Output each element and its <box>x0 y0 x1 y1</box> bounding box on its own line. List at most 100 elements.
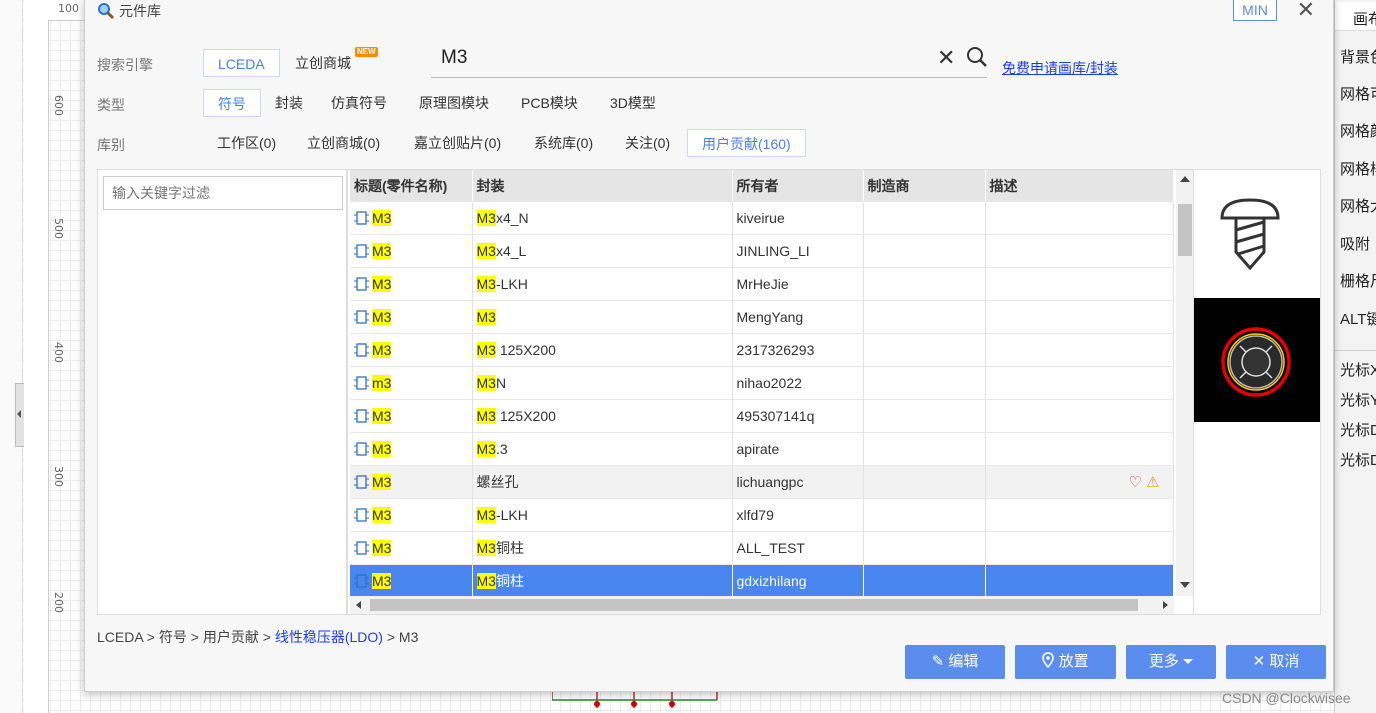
package-rest: .3 <box>495 441 508 457</box>
dialog-title: 元件库 <box>97 1 161 21</box>
table-row[interactable]: M3 螺丝孔 lichuangpc ♡ ⚠ <box>350 465 1174 499</box>
prop-grid-color: 网格颜 <box>1340 123 1376 140</box>
engine-lceda[interactable]: LCEDA <box>203 49 280 77</box>
search-icon[interactable] <box>965 45 989 69</box>
cell-manufacturer <box>863 202 986 235</box>
cell-manufacturer <box>863 465 986 499</box>
pencil-icon: ✎ <box>931 653 945 670</box>
table-row[interactable]: m3 M3N nihao2022 <box>350 366 1174 400</box>
title-match: M3 <box>372 342 392 358</box>
type-schematic-module[interactable]: 原理图模块 <box>405 89 503 117</box>
close-icon[interactable]: ✕ <box>1297 0 1315 23</box>
cell-package: M3N <box>472 366 733 400</box>
cell-package: M3 125X200 <box>472 399 733 433</box>
filter-input[interactable] <box>103 176 343 210</box>
col-description[interactable]: 描述 <box>985 170 1174 202</box>
row-actions[interactable]: ♡ ⚠ <box>1128 473 1159 491</box>
cell-title: M3 <box>350 202 473 235</box>
scroll-left-icon[interactable] <box>356 601 361 609</box>
breadcrumb-item[interactable]: 用户贡献 <box>203 629 259 645</box>
cell-title: M3 <box>350 267 473 301</box>
minimize-button[interactable]: MIN <box>1233 0 1277 21</box>
cell-package: M3铜柱 <box>472 531 733 565</box>
search-input[interactable]: M3 <box>431 41 987 78</box>
scroll-up-icon[interactable] <box>1180 176 1190 182</box>
table-row[interactable]: M3 M3-LKH xlfd79 <box>350 498 1174 532</box>
type-sim-symbol[interactable]: 仿真符号 <box>317 89 401 117</box>
clear-icon[interactable]: ✕ <box>937 45 955 71</box>
col-package[interactable]: 封装 <box>472 170 733 202</box>
cell-owner: 2317326293 <box>732 333 864 367</box>
heart-icon[interactable]: ♡ <box>1128 474 1141 491</box>
edit-button[interactable]: ✎ 编辑 <box>905 645 1005 679</box>
prop-grid-size: 网格大 <box>1340 198 1376 215</box>
cell-owner: MrHeJie <box>732 267 864 301</box>
table-row[interactable]: M3 M3-LKH MrHeJie <box>350 267 1174 301</box>
lib-jlc-smt[interactable]: 嘉立创贴片(0) <box>400 129 515 157</box>
cell-title: M3 <box>350 234 473 268</box>
table-row[interactable]: M3 M3 125X200 2317326293 <box>350 333 1174 367</box>
package-match: M3 <box>476 243 496 259</box>
package-rest: x4_L <box>495 243 527 259</box>
col-manufacturer[interactable]: 制造商 <box>863 170 986 202</box>
more-button[interactable]: 更多 <box>1126 645 1216 679</box>
scroll-down-icon[interactable] <box>1180 582 1190 588</box>
table-row[interactable]: M3 M3铜柱 gdxizhilang <box>350 564 1174 598</box>
package-rest: 125X200 <box>495 408 556 424</box>
horizontal-scrollbar[interactable] <box>350 596 1174 614</box>
package-match: M3 <box>476 375 496 391</box>
lib-szlcsc[interactable]: 立创商城(0) <box>293 129 394 157</box>
ruler-label: 100 <box>58 2 79 15</box>
breadcrumb-item[interactable]: 符号 <box>159 629 187 645</box>
breadcrumb: LCEDA > 符号 > 用户贡献 > 线性稳压器(LDO) > M3 <box>97 627 418 647</box>
type-footprint[interactable]: 封装 <box>261 89 317 117</box>
vertical-scrollbar[interactable] <box>1176 170 1194 596</box>
table-row[interactable]: M3 M3x4_N kiveirue <box>350 202 1174 235</box>
cell-package: M3 <box>472 300 733 334</box>
cell-description: ♡ ⚠ <box>985 465 1174 499</box>
breadcrumb-item[interactable]: LCEDA <box>97 629 143 645</box>
cell-description <box>985 333 1174 367</box>
warning-icon[interactable]: ⚠ <box>1146 474 1159 491</box>
table-row[interactable]: M3 M3 MengYang <box>350 300 1174 334</box>
table-row[interactable]: M3 M3x4_L JINLING_LI <box>350 234 1174 268</box>
apply-library-link[interactable]: 免费申请画库/封装 <box>1002 58 1118 78</box>
type-pcb-module[interactable]: PCB模块 <box>507 89 592 117</box>
package-match: M3 <box>476 342 496 358</box>
new-badge: NEW <box>355 47 378 57</box>
scroll-right-icon[interactable] <box>1163 601 1168 609</box>
package-rest: 螺丝孔 <box>476 474 519 490</box>
breadcrumb-link[interactable]: 线性稳压器(LDO) <box>275 629 383 645</box>
cancel-button[interactable]: ✕ 取消 <box>1226 645 1326 679</box>
scroll-thumb[interactable] <box>370 599 1138 611</box>
lib-following[interactable]: 关注(0) <box>611 129 684 157</box>
cell-owner: MengYang <box>732 300 864 334</box>
engine-szlcsc[interactable]: 立创商城 <box>281 49 365 77</box>
lib-workspace[interactable]: 工作区(0) <box>203 129 290 157</box>
col-owner[interactable]: 所有者 <box>732 170 864 202</box>
cell-package: M3x4_N <box>472 202 733 235</box>
package-match: M3 <box>476 210 496 226</box>
cell-description <box>985 267 1174 301</box>
chip-icon <box>354 508 369 522</box>
cell-manufacturer <box>863 432 986 466</box>
table-row[interactable]: M3 M3 125X200 495307141q <box>350 399 1174 433</box>
type-symbol[interactable]: 符号 <box>203 89 261 117</box>
package-match: M3 <box>476 309 496 325</box>
place-button[interactable]: 放置 <box>1015 645 1116 679</box>
col-title[interactable]: 标题(零件名称) <box>350 170 473 202</box>
search-query[interactable]: M3 <box>441 47 467 69</box>
table-row[interactable]: M3 M3铜柱 ALL_TEST <box>350 531 1174 565</box>
table-row[interactable]: M3 M3.3 apirate <box>350 432 1174 466</box>
title-match: M3 <box>372 243 392 259</box>
type-3d-model[interactable]: 3D模型 <box>596 89 670 117</box>
ruler-label: 200 <box>52 592 65 613</box>
scroll-thumb[interactable] <box>1178 204 1192 256</box>
search-engine-label: 搜索引擎 <box>97 57 153 73</box>
lib-user-contrib[interactable]: 用户贡献(160) <box>687 129 806 157</box>
title-match: M3 <box>372 507 392 523</box>
lib-system[interactable]: 系统库(0) <box>520 129 607 157</box>
package-rest: N <box>495 375 507 391</box>
prop-grid-style: 网格样 <box>1340 161 1376 178</box>
package-match: M3 <box>476 540 496 556</box>
